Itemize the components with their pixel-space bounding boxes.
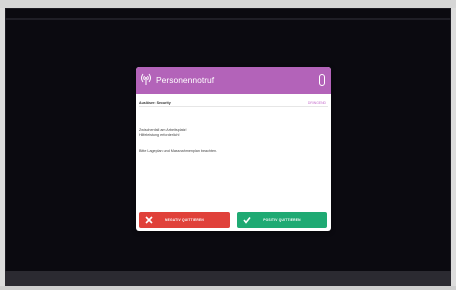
dialog-title: Personennotruf [156, 75, 215, 85]
alarm-dialog: Personennotruf Auslöser: Security DRINGE… [136, 67, 331, 231]
alarm-signal-icon [139, 71, 153, 87]
window-bottom-strip [0, 286, 456, 290]
positive-acknowledge-button[interactable]: POSITIV QUITTIEREN [237, 212, 327, 228]
instruction-text: Bitte Lageplan und Massnahmenplan beacht… [139, 149, 218, 153]
pill-toggle-icon[interactable] [319, 74, 325, 86]
screen-top-line [5, 18, 451, 20]
divider [139, 106, 328, 107]
positive-button-label: POSITIV QUITTIEREN [263, 218, 301, 222]
screen-bottom-bar [5, 271, 451, 286]
alarm-source: Auslöser: Security [139, 101, 171, 105]
alarm-priority: DRINGEND [307, 101, 326, 105]
negative-acknowledge-button[interactable]: NEGATIV QUITTIEREN [139, 212, 230, 228]
negative-button-label: NEGATIV QUITTIEREN [165, 218, 204, 222]
message-line-1: Zwischenfall am Arbeitsplatz! [139, 128, 187, 132]
dialog-header: Personennotruf [136, 67, 331, 94]
message-line-2: Hilfeleistung erforderlich! [139, 133, 180, 137]
window-top-strip [0, 0, 456, 8]
